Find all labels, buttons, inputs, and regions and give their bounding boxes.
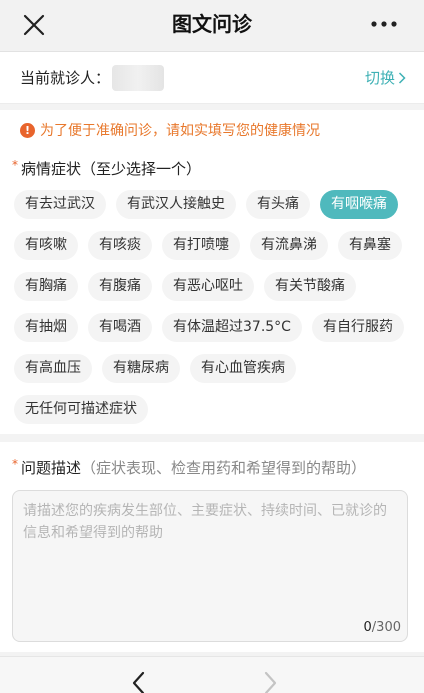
symptom-tag[interactable]: 有恶心呕吐 [162,272,254,301]
char-counter: 0/300 [364,620,401,635]
switch-patient-button[interactable]: 切换 [365,52,406,104]
description-label-text: 问题描述 [21,459,82,477]
symptom-tag-row: 有胸痛 有腹痛 有恶心呕吐 有关节酸痛 [14,272,414,313]
required-mark: * [12,158,18,172]
patient-name-blurred [112,65,164,91]
page-title: 图文问诊 [172,12,252,36]
symptom-tag[interactable]: 有体温超过37.5°C [162,313,302,342]
patient-label: 当前就诊人： [20,69,111,87]
symptom-tag-row: 有高血压 有糖尿病 有心血管疾病 [14,354,414,395]
notice: ! 为了便于准确问诊，请如实填写您的健康情况 [20,120,320,140]
symptom-tag-row: 有咳嗽 有咳痰 有打喷嚏 有流鼻涕 有鼻塞 [14,231,414,272]
symptom-tag[interactable]: 有头痛 [246,190,310,219]
symptom-tag[interactable]: 有关节酸痛 [264,272,356,301]
symptom-tag[interactable]: 有胸痛 [14,272,78,301]
symptoms-label-text: 病情症状（至少选择一个） [21,160,202,178]
symptom-tag[interactable]: 有咳嗽 [14,231,78,260]
description-label: * 问题描述（症状表现、检查用药和希望得到的帮助） [12,457,366,478]
chevron-right-icon [398,72,406,84]
symptom-tag[interactable]: 有抽烟 [14,313,78,342]
symptom-tag[interactable]: 有喝酒 [88,313,152,342]
bottom-nav-bar [0,656,424,693]
symptom-tag[interactable]: 有糖尿病 [102,354,180,383]
nav-bar: 图文问诊 [0,0,424,52]
symptom-tag[interactable]: 有咳痰 [88,231,152,260]
symptom-tag[interactable]: 无任何可描述症状 [14,395,148,424]
symptom-tag-row: 有去过武汉 有武汉人接触史 有头痛 有咽喉痛 [14,190,414,231]
symptom-tag[interactable]: 有武汉人接触史 [116,190,236,219]
description-card: *问题描述（症状表现、检查用药和希望得到的帮助） 0/300 [0,442,424,652]
symptom-tag-row: 无任何可描述症状 [14,395,414,436]
char-count: 0 [363,620,372,635]
switch-label: 切换 [364,69,395,87]
symptom-tag[interactable]: 有鼻塞 [338,231,402,260]
description-hint: （症状表现、检查用药和希望得到的帮助） [81,459,367,477]
symptom-tag[interactable]: 有心血管疾病 [190,354,296,383]
symptom-tag[interactable]: 有去过武汉 [14,190,106,219]
symptom-tag[interactable]: 有高血压 [14,354,92,383]
symptoms-label: * 病情症状（至少选择一个） [12,158,201,179]
warning-icon: ! [20,122,35,138]
notice-text: 为了便于准确问诊，请如实填写您的健康情况 [40,123,320,139]
symptom-tag-row: 有抽烟 有喝酒 有体温超过37.5°C 有自行服药 [14,313,414,354]
symptom-tag[interactable]: 有打喷嚏 [162,231,240,260]
symptom-tag[interactable]: 有自行服药 [311,313,404,342]
more-button[interactable] [364,10,404,38]
chevron-right-icon [264,671,277,693]
char-max: /300 [371,620,401,635]
more-icon [371,21,397,27]
description-box: 0/300 [12,490,408,642]
symptom-tag[interactable]: 有腹痛 [88,272,152,301]
symptom-tag[interactable]: 有流鼻涕 [250,231,328,260]
symptom-tags: 有去过武汉 有武汉人接触史 有头痛 有咽喉痛 有咳嗽 有咳痰 有打喷嚏 有流鼻涕 有鼻塞 有胸痛有… [14,190,414,436]
forward-button[interactable] [264,671,288,693]
close-icon [23,14,45,36]
chevron-left-icon [132,671,145,693]
symptom-tag-selected[interactable]: 有咽喉痛 [320,190,398,219]
back-button[interactable] [131,671,155,693]
close-button[interactable] [14,8,54,42]
patient-row: 当前就诊人： 切换 [0,52,424,104]
description-input[interactable] [13,491,407,611]
symptom-card: ! 为了便于准确问诊，请如实填写您的健康情况 * 病情症状（至少选择一个） 有去过… [0,110,424,434]
required-mark: * [12,457,18,471]
